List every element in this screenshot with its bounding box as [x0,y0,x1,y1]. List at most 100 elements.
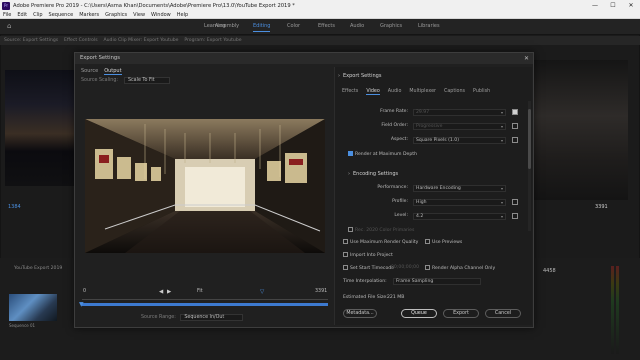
workspace-color[interactable]: Color [287,19,300,34]
start-timecode-value[interactable]: 00;00;00;00 [391,265,419,270]
window-controls: — ☐ ✕ [586,0,640,11]
minimize-button[interactable]: — [586,0,604,11]
aspect-label: Aspect: [390,137,408,142]
bg-tab-effect-controls[interactable]: Effect Controls [64,38,98,43]
render-max-depth-checkbox[interactable] [348,151,353,156]
use-previews-option[interactable]: Use Previews [425,239,462,245]
tab-effects[interactable]: Effects [342,89,358,95]
tab-publish[interactable]: Publish [473,89,490,95]
set-in-icon[interactable]: ◀ [159,289,163,295]
queue-button[interactable]: Queue [401,309,437,318]
max-render-quality-checkbox[interactable] [343,239,348,244]
render-alpha-option[interactable]: Render Alpha Channel Only [425,265,495,271]
time-interpolation-label: Time Interpolation: [343,279,387,284]
time-interpolation-dropdown[interactable]: Frame Sampling [393,278,481,285]
set-start-timecode-option[interactable]: Set Start Timecode [343,265,394,271]
source-range-dropdown[interactable]: Sequence In/Out [180,314,244,321]
menu-clip[interactable]: Clip [30,12,45,18]
sequence-thumbnail[interactable] [9,294,57,321]
source-scaling-row: Source Scaling: Scale To Fit [81,77,170,84]
frame-rate-label: Frame Rate: [380,109,408,114]
menu-graphics[interactable]: Graphics [102,12,130,18]
max-render-quality-option[interactable]: Use Maximum Render Quality [343,239,418,245]
tab-audio[interactable]: Audio [388,89,402,95]
level-checkbox[interactable] [512,213,518,219]
workspace-assembly[interactable]: Assembly [215,19,239,34]
bg-tab-program[interactable]: Program: Export Youtube [184,38,241,43]
import-into-project-option[interactable]: Import Into Project [343,252,393,258]
menu-sequence[interactable]: Sequence [46,12,77,18]
set-out-icon[interactable]: ▶ [167,289,171,295]
program-timecode: 3391 [595,204,608,210]
tab-source[interactable]: Source [81,68,98,75]
workspace-effects[interactable]: Effects [318,19,335,34]
menu-help[interactable]: Help [174,12,191,18]
close-icon[interactable]: ✕ [524,53,529,64]
performance-dropdown[interactable]: Hardware Encoding [413,185,506,192]
tab-multiplexer[interactable]: Multiplexer [409,89,436,95]
range-start-timecode: 0 [83,289,87,294]
menu-file[interactable]: File [0,12,14,18]
export-settings-header[interactable]: Export Settings [338,73,382,79]
mall-interior-photo [85,119,325,253]
render-max-depth[interactable]: Render at Maximum Depth [348,151,417,157]
set-start-timecode-checkbox[interactable] [343,265,348,270]
file-size-label: Estimated File Size: [343,295,388,300]
home-icon[interactable]: ⌂ [7,22,16,31]
rec2020-option[interactable]: Rec. 2020 Color Primaries [348,227,414,233]
bg-tab-audio-mixer[interactable]: Audio Clip Mixer: Export Youtube [104,38,179,43]
preview-tabs: Source Output [81,68,122,75]
metadata-button[interactable]: Metadata... [343,309,377,318]
export-button[interactable]: Export [443,309,479,318]
source-scaling-dropdown[interactable]: Scale To Fit [124,77,170,84]
scrollbar-thumb[interactable] [528,109,531,169]
rec2020-checkbox[interactable] [348,227,353,232]
workspace-editing[interactable]: Editing [253,19,271,34]
background-panel-tabs: Source: Export Settings Effect Controls … [0,36,640,45]
field-order-checkbox[interactable] [512,123,518,129]
playhead-icon[interactable]: ▼ [79,301,84,308]
output-preview-image [85,119,325,253]
tab-captions[interactable]: Captions [444,89,465,95]
level-label: Level: [394,213,408,218]
workspace-audio[interactable]: Audio [350,19,364,34]
field-order-dropdown[interactable]: Progressive [413,123,506,130]
preview-timeline: 0 ◀ ▶ Fit ▽ 3391 ▼ Source Range: Sequenc… [79,289,331,325]
menu-markers[interactable]: Markers [76,12,102,18]
marker-icon[interactable]: ▽ [260,289,264,295]
use-previews-checkbox[interactable] [425,239,430,244]
settings-scrollbar[interactable] [528,101,531,231]
workspace-graphics[interactable]: Graphics [380,19,402,34]
max-render-quality-label: Use Maximum Render Quality [350,240,419,245]
maximize-button[interactable]: ☐ [604,0,622,11]
import-into-project-checkbox[interactable] [343,252,348,257]
fit-dropdown[interactable]: Fit [197,289,203,294]
export-settings-dialog: Export Settings ✕ Source Output Source S… [74,52,534,328]
performance-label: Performance: [377,185,408,190]
profile-row: Profile: High [341,199,527,207]
menu-edit[interactable]: Edit [14,12,30,18]
encoding-settings-header[interactable]: Encoding Settings [348,171,398,177]
level-dropdown[interactable]: 4.2 [413,213,506,220]
aspect-row: Aspect: Square Pixels (1.0) [341,137,527,145]
close-window-button[interactable]: ✕ [622,0,640,11]
cancel-button[interactable]: Cancel [485,309,521,318]
workspace-libraries[interactable]: Libraries [418,19,440,34]
menu-window[interactable]: Window [148,12,174,18]
tab-output[interactable]: Output [104,68,122,75]
aspect-checkbox[interactable] [512,137,518,143]
profile-checkbox[interactable] [512,199,518,205]
import-into-project-label: Import Into Project [350,253,393,258]
frame-rate-checkbox[interactable] [512,109,518,115]
menu-view[interactable]: View [130,12,148,18]
frame-rate-dropdown[interactable]: 29.97 [413,109,506,116]
tab-video[interactable]: Video [366,89,380,95]
aspect-dropdown[interactable]: Square Pixels (1.0) [413,137,506,144]
render-alpha-checkbox[interactable] [425,265,430,270]
premiere-app-icon[interactable]: Pr [2,1,10,10]
thumbnail-caption: Sequence 01 [9,323,36,328]
program-monitor-frame [530,60,628,200]
bg-tab-source[interactable]: Source: Export Settings [4,38,58,43]
profile-dropdown[interactable]: High [413,199,506,206]
timeline-range-bar[interactable] [82,303,328,306]
